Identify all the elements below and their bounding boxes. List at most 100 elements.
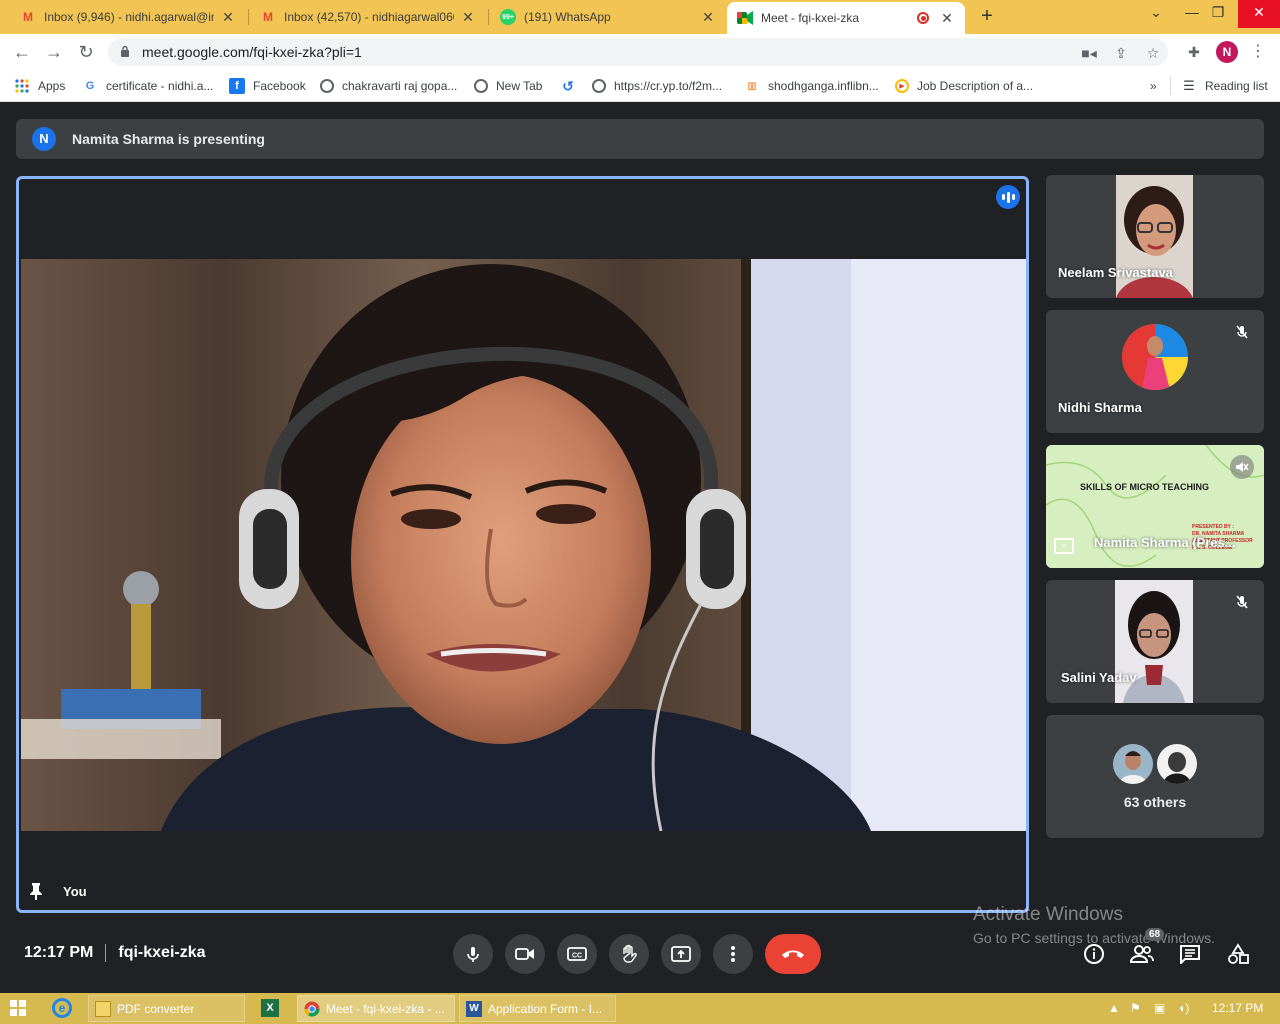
globe-icon bbox=[474, 79, 488, 93]
play-icon: ▶ bbox=[895, 79, 909, 93]
present-now-button[interactable] bbox=[661, 934, 701, 974]
activities-icon bbox=[1228, 943, 1249, 964]
folder-icon bbox=[95, 1000, 111, 1017]
avatar bbox=[1157, 743, 1197, 784]
share-icon[interactable]: ⇪ bbox=[1112, 44, 1130, 62]
main-tile-label: You bbox=[27, 882, 87, 900]
volume-icon[interactable]: ◖) bbox=[1178, 999, 1189, 1017]
url-text[interactable]: meet.google.com/fqi-kxei-zka?pli=1 bbox=[142, 44, 362, 60]
bookmark-apps[interactable]: Apps bbox=[14, 77, 65, 95]
close-tab-icon[interactable]: ✕ bbox=[460, 9, 476, 26]
lock-icon[interactable] bbox=[120, 45, 130, 57]
bookmark-crypto[interactable]: https://cr.yp.to/f2m... bbox=[592, 77, 722, 95]
meet-icon bbox=[737, 10, 753, 26]
bookmark-chakravarti[interactable]: chakravarti raj gopa... bbox=[320, 77, 457, 95]
microphone-icon bbox=[467, 947, 479, 962]
bookmarks-overflow-button[interactable]: » bbox=[1150, 77, 1157, 95]
chat-icon bbox=[1180, 945, 1200, 964]
microphone-button[interactable] bbox=[453, 934, 493, 974]
muted-speaker-icon bbox=[1230, 455, 1254, 479]
divider bbox=[105, 944, 107, 962]
bookmark-label: New Tab bbox=[496, 79, 543, 93]
participants-button[interactable] bbox=[1130, 942, 1154, 966]
info-icon bbox=[1084, 944, 1104, 964]
tab-title: (191) WhatsApp bbox=[524, 10, 611, 24]
bookmark-new-tab[interactable]: New Tab bbox=[474, 77, 542, 95]
bookmark-job-description[interactable]: ▶ Job Description of a... bbox=[895, 77, 1033, 95]
excel-icon[interactable]: X bbox=[261, 999, 279, 1017]
camera-button[interactable] bbox=[505, 934, 545, 974]
participant-name: Salini Yadav bbox=[1061, 670, 1137, 685]
participant-name: Namita Sharma (Pres... bbox=[1094, 535, 1236, 550]
avatar bbox=[1113, 743, 1153, 784]
others-count: 63 others bbox=[1123, 793, 1187, 810]
bookmarks-bar: Apps G certificate - nidhi.a... f Facebo… bbox=[0, 70, 1280, 102]
participants-count-badge: 68 bbox=[1145, 928, 1165, 941]
bookmark-star-icon[interactable]: ☆ bbox=[1144, 44, 1162, 62]
network-icon[interactable]: ▣ bbox=[1154, 999, 1165, 1017]
meeting-details: 12:17 PM fqi-kxei-zka bbox=[24, 944, 206, 962]
address-bar[interactable]: meet.google.com/fqi-kxei-zka?pli=1 ■◂ ⇪ … bbox=[108, 38, 1168, 66]
reading-list-button[interactable]: ☰ Reading list bbox=[1170, 77, 1268, 95]
captions-button[interactable]: CC bbox=[557, 934, 597, 974]
back-icon[interactable]: ← bbox=[10, 40, 34, 64]
present-screen-icon: ▪ bbox=[1054, 538, 1074, 554]
close-window-icon[interactable]: ✕ bbox=[1238, 0, 1280, 28]
chat-button[interactable] bbox=[1178, 942, 1202, 966]
camera-in-use-icon[interactable]: ■◂ bbox=[1080, 44, 1098, 62]
participant-tile-nidhi[interactable]: Nidhi Sharma bbox=[1046, 310, 1264, 433]
participant-name: Neelam Srivastava bbox=[1058, 265, 1173, 280]
close-tab-icon[interactable]: ✕ bbox=[220, 9, 236, 26]
others-tile[interactable]: 63 others bbox=[1046, 715, 1264, 838]
raise-hand-button[interactable] bbox=[609, 934, 649, 974]
gmail-icon: M bbox=[263, 10, 273, 24]
presentation-tile[interactable]: SKILLS OF MICRO TEACHING PRESENTED BY : … bbox=[1046, 445, 1264, 568]
captions-icon: CC bbox=[567, 947, 587, 961]
close-tab-icon[interactable]: ✕ bbox=[939, 10, 955, 27]
bookmark-label: shodhganga.inflibn... bbox=[768, 79, 879, 93]
task-label: PDF converter bbox=[117, 1001, 195, 1016]
history-icon[interactable]: ↺ bbox=[560, 77, 584, 95]
taskbar-item-application-form[interactable]: W Application Form - I... bbox=[459, 995, 616, 1022]
tab-whatsapp[interactable]: 99+ (191) WhatsApp ✕ bbox=[490, 2, 726, 32]
tab-gmail-1[interactable]: M Inbox (9,946) - nidhi.agarwal@in ✕ bbox=[10, 2, 246, 32]
main-video-tile[interactable]: You bbox=[16, 176, 1029, 913]
taskbar-clock[interactable]: 12:17 PM bbox=[1212, 999, 1263, 1017]
maximize-icon[interactable]: ❐ bbox=[1200, 0, 1236, 28]
extensions-icon[interactable]: ✚ bbox=[1184, 42, 1204, 62]
meeting-time: 12:17 PM bbox=[24, 944, 94, 961]
presenter-avatar: N bbox=[32, 127, 56, 151]
new-tab-button[interactable]: + bbox=[976, 5, 998, 28]
bookmark-label: Job Description of a... bbox=[917, 79, 1034, 93]
forward-icon[interactable]: → bbox=[42, 40, 66, 64]
tray-overflow-icon[interactable]: ▲ bbox=[1108, 999, 1120, 1017]
close-tab-icon[interactable]: ✕ bbox=[700, 9, 716, 26]
tab-title: Meet - fqi-kxei-zka bbox=[761, 11, 860, 25]
chrome-menu-icon[interactable]: ⋮ bbox=[1248, 42, 1268, 62]
tab-search-icon[interactable]: ⌄ bbox=[1138, 0, 1174, 28]
presenting-text: Namita Sharma is presenting bbox=[72, 131, 265, 147]
profile-avatar[interactable]: N bbox=[1216, 41, 1238, 63]
reload-icon[interactable]: ↻ bbox=[74, 40, 98, 64]
tab-meet[interactable]: Meet - fqi-kxei-zka ✕ bbox=[727, 2, 965, 34]
participant-tile-neelam[interactable]: Neelam Srivastava bbox=[1046, 175, 1264, 298]
others-avatars bbox=[1113, 743, 1197, 784]
activities-button[interactable] bbox=[1226, 942, 1250, 966]
participant-tile-salini[interactable]: Salini Yadav bbox=[1046, 580, 1264, 703]
windows-start-icon[interactable] bbox=[10, 1000, 26, 1021]
pin-icon[interactable] bbox=[27, 882, 45, 900]
internet-explorer-icon[interactable]: e bbox=[52, 998, 72, 1018]
bookmark-certificate[interactable]: G certificate - nidhi.a... bbox=[82, 77, 214, 95]
bookmark-facebook[interactable]: f Facebook bbox=[229, 77, 306, 95]
more-options-button[interactable] bbox=[713, 934, 753, 974]
presenting-banner: N Namita Sharma is presenting bbox=[16, 119, 1264, 159]
camera-icon bbox=[515, 948, 534, 960]
browser-tab-strip: M Inbox (9,946) - nidhi.agarwal@in ✕ M I… bbox=[0, 0, 1280, 34]
tab-gmail-2[interactable]: M Inbox (42,570) - nidhiagarwal060 ✕ bbox=[250, 2, 486, 32]
bookmark-shodhganga[interactable]: ▥ shodhganga.inflibn... bbox=[744, 77, 879, 95]
leave-call-button[interactable] bbox=[765, 934, 821, 974]
action-center-icon[interactable]: ⚑ bbox=[1130, 999, 1141, 1017]
meeting-info-button[interactable] bbox=[1082, 942, 1106, 966]
taskbar-item-pdf-converter[interactable]: PDF converter bbox=[88, 995, 245, 1022]
taskbar-item-meet[interactable]: Meet - fqi-kxei-zka - ... bbox=[297, 995, 455, 1022]
